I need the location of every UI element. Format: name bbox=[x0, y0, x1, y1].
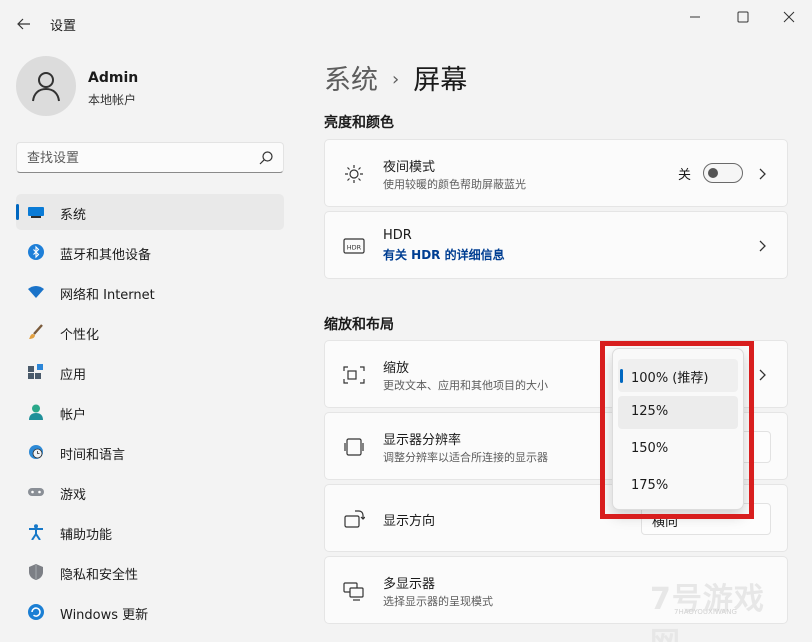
watermark: 7号游戏网 7HAOYOUXIWANG bbox=[650, 560, 780, 642]
night-light-toggle[interactable] bbox=[703, 163, 743, 183]
search-input[interactable] bbox=[27, 148, 247, 168]
globe-clock-icon bbox=[28, 444, 44, 460]
sidebar-item-label: 系统 bbox=[60, 208, 87, 223]
brush-icon bbox=[28, 324, 44, 340]
sidebar-item-network[interactable]: 网络和 Internet bbox=[16, 274, 284, 310]
shield-icon bbox=[28, 564, 44, 580]
chevron-right-icon[interactable] bbox=[757, 167, 767, 181]
section-title-brightness: 亮度和颜色 bbox=[324, 115, 394, 131]
chevron-right-icon[interactable] bbox=[757, 239, 767, 253]
maximize-button[interactable] bbox=[720, 6, 766, 28]
person-icon bbox=[28, 404, 44, 420]
hdr-icon: HDR bbox=[343, 238, 365, 254]
sun-icon bbox=[345, 165, 363, 183]
hdr-card[interactable]: HDR HDR 有关 HDR 的详细信息 bbox=[324, 211, 788, 279]
page-title: 屏幕 bbox=[413, 65, 468, 96]
card-subtitle: 使用较暖的颜色帮助屏蔽蓝光 bbox=[383, 178, 526, 191]
bluetooth-icon bbox=[28, 244, 44, 260]
sidebar-item-label: 网络和 Internet bbox=[60, 288, 155, 303]
sidebar-item-personalization[interactable]: 个性化 bbox=[16, 314, 284, 350]
card-title: 显示器分辨率 bbox=[383, 433, 462, 448]
gamepad-icon bbox=[28, 484, 44, 500]
user-name: Admin bbox=[88, 70, 139, 86]
sidebar-item-system[interactable]: 系统 bbox=[16, 194, 284, 230]
card-title: 多显示器 bbox=[383, 577, 436, 592]
sidebar-item-label: 游戏 bbox=[60, 488, 87, 503]
chevron-right-icon[interactable] bbox=[757, 368, 767, 382]
sidebar-item-label: Windows 更新 bbox=[60, 608, 149, 623]
close-icon bbox=[783, 11, 795, 23]
title-bar: 设置 bbox=[0, 0, 812, 46]
sidebar-item-accessibility[interactable]: 辅助功能 bbox=[16, 514, 284, 550]
card-title: HDR bbox=[383, 228, 412, 243]
breadcrumb-parent[interactable]: 系统 bbox=[324, 65, 378, 96]
scale-icon bbox=[343, 366, 365, 384]
user-profile[interactable]: Admin 本地帐户 bbox=[16, 56, 296, 118]
back-button[interactable] bbox=[10, 10, 38, 38]
toggle-knob bbox=[708, 168, 718, 178]
arrow-left-icon bbox=[17, 18, 30, 30]
sidebar-item-label: 隐私和安全性 bbox=[60, 568, 139, 583]
sidebar-item-gaming[interactable]: 游戏 bbox=[16, 474, 284, 510]
card-title: 缩放 bbox=[383, 361, 410, 376]
minimize-icon bbox=[690, 16, 700, 18]
rotate-screen-icon bbox=[344, 510, 365, 528]
card-title: 夜间模式 bbox=[383, 160, 436, 175]
search-icon[interactable] bbox=[258, 150, 274, 166]
close-button[interactable] bbox=[766, 6, 812, 28]
sidebar-item-accounts[interactable]: 帐户 bbox=[16, 394, 284, 430]
breadcrumb: 系统 › 屏幕 bbox=[324, 58, 467, 97]
apps-icon bbox=[28, 364, 44, 380]
card-subtitle: 调整分辨率以适合所连接的显示器 bbox=[383, 451, 548, 464]
card-subtitle: 更改文本、应用和其他项目的大小 bbox=[383, 379, 548, 392]
sidebar-nav: 系统 蓝牙和其他设备 网络和 Internet 个性化 应用 帐户 时间和语言 … bbox=[16, 194, 284, 634]
multiple-displays-icon bbox=[343, 582, 364, 601]
sidebar-item-bluetooth[interactable]: 蓝牙和其他设备 bbox=[16, 234, 284, 270]
sidebar-item-label: 帐户 bbox=[60, 408, 87, 423]
card-subtitle: 选择显示器的呈现模式 bbox=[383, 595, 493, 608]
monitor-icon bbox=[28, 204, 44, 220]
avatar bbox=[16, 56, 76, 116]
search-box[interactable] bbox=[16, 142, 284, 173]
watermark-subtext: 7HAOYOUXIWANG bbox=[674, 608, 737, 616]
sidebar-item-label: 辅助功能 bbox=[60, 528, 113, 543]
sidebar-item-label: 蓝牙和其他设备 bbox=[60, 248, 152, 263]
wifi-icon bbox=[28, 284, 44, 300]
minimize-button[interactable] bbox=[672, 6, 718, 28]
hdr-info-link[interactable]: 有关 HDR 的详细信息 bbox=[383, 246, 505, 263]
update-icon bbox=[28, 604, 44, 620]
sidebar-item-label: 时间和语言 bbox=[60, 448, 126, 463]
sidebar-item-label: 个性化 bbox=[60, 328, 100, 343]
accessibility-icon bbox=[28, 524, 44, 540]
sidebar-item-apps[interactable]: 应用 bbox=[16, 354, 284, 390]
sidebar-item-time-language[interactable]: 时间和语言 bbox=[16, 434, 284, 470]
sidebar-item-windows-update[interactable]: Windows 更新 bbox=[16, 594, 284, 630]
resolution-icon bbox=[344, 438, 364, 456]
svg-text:HDR: HDR bbox=[347, 244, 362, 252]
night-light-card[interactable]: 夜间模式 使用较暖的颜色帮助屏蔽蓝光 关 bbox=[324, 139, 788, 207]
toggle-state-label: 关 bbox=[677, 168, 691, 183]
account-type: 本地帐户 bbox=[88, 93, 137, 107]
card-title: 显示方向 bbox=[383, 514, 436, 529]
maximize-icon bbox=[737, 11, 749, 23]
section-title-scale-layout: 缩放和布局 bbox=[324, 317, 394, 333]
red-highlight-box bbox=[600, 341, 754, 519]
user-icon bbox=[32, 72, 60, 102]
window-title: 设置 bbox=[50, 19, 77, 34]
sidebar-item-privacy[interactable]: 隐私和安全性 bbox=[16, 554, 284, 590]
sidebar-item-label: 应用 bbox=[60, 368, 87, 383]
breadcrumb-separator: › bbox=[392, 69, 400, 90]
